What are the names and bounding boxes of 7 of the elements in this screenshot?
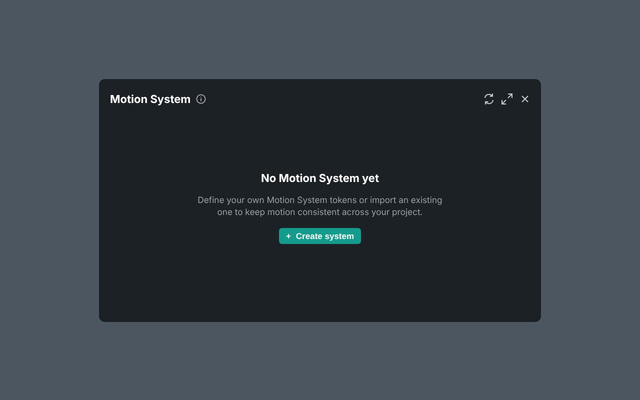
info-icon[interactable] (196, 94, 206, 104)
panel-title: Motion System (110, 92, 191, 106)
expand-icon[interactable] (500, 92, 514, 106)
empty-state-description: Define your own Motion System tokens or import an existing one to keep motion consistent across your project. (196, 195, 444, 219)
create-system-button[interactable]: + Create system (278, 228, 362, 244)
empty-state-heading: No Motion System yet (260, 171, 380, 185)
refresh-icon[interactable] (482, 92, 496, 106)
